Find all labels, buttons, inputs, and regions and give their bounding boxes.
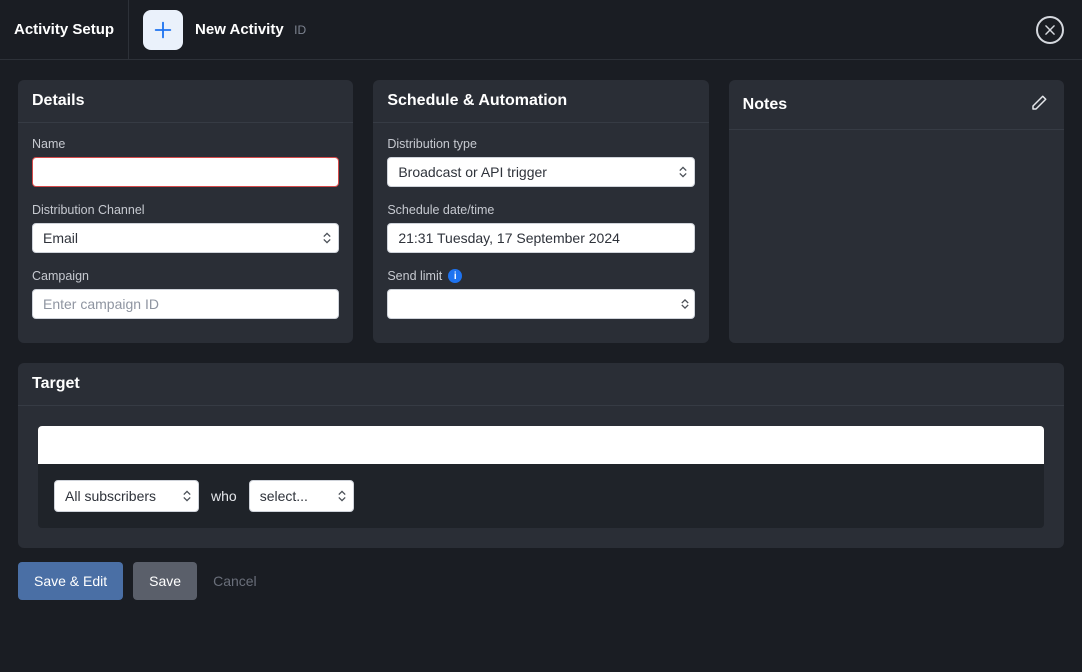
target-card: Target All subscribers who: [18, 363, 1064, 548]
who-text: who: [211, 488, 237, 504]
plus-icon: [152, 19, 174, 41]
target-selects-row: All subscribers who select...: [38, 464, 1044, 528]
send-limit-spinner-wrap: [387, 289, 694, 319]
page-title: Activity Setup: [14, 21, 114, 38]
activity-id-label: ID: [294, 23, 306, 37]
details-body: Name Distribution Channel Email: [18, 123, 353, 343]
modal-content: Details Name Distribution Channel Email: [0, 60, 1082, 562]
name-label: Name: [32, 137, 339, 151]
send-limit-label: Send limit i: [387, 269, 694, 283]
channel-select[interactable]: Email: [32, 223, 339, 253]
schedule-title: Schedule & Automation: [387, 92, 567, 110]
activity-name: New Activity: [195, 21, 284, 38]
notes-card: Notes: [729, 80, 1064, 343]
audience-select-wrap: All subscribers: [54, 480, 199, 512]
schedule-datetime-input[interactable]: [387, 223, 694, 253]
channel-label: Distribution Channel: [32, 203, 339, 217]
channel-select-wrap: Email: [32, 223, 339, 253]
filter-select-wrap: select...: [249, 480, 354, 512]
campaign-label: Campaign: [32, 269, 339, 283]
schedule-body: Distribution type Broadcast or API trigg…: [373, 123, 708, 343]
save-button[interactable]: Save: [133, 562, 197, 600]
channel-field: Distribution Channel Email: [32, 203, 339, 253]
schedule-datetime-field: Schedule date/time: [387, 203, 694, 253]
close-button[interactable]: [1036, 16, 1064, 44]
schedule-datetime-label: Schedule date/time: [387, 203, 694, 217]
campaign-field: Campaign: [32, 269, 339, 319]
header-activity-section: New Activity ID: [129, 10, 320, 50]
header-title-section: Activity Setup: [0, 0, 129, 59]
target-body: All subscribers who select...: [18, 406, 1064, 548]
target-inner: All subscribers who select...: [38, 426, 1044, 528]
target-query-bar[interactable]: [38, 426, 1044, 464]
dist-type-field: Distribution type Broadcast or API trigg…: [387, 137, 694, 187]
details-title: Details: [32, 92, 84, 110]
name-field: Name: [32, 137, 339, 187]
details-header: Details: [18, 80, 353, 123]
activity-title-wrap: New Activity ID: [195, 21, 306, 39]
cancel-button[interactable]: Cancel: [207, 562, 263, 600]
filter-select[interactable]: select...: [249, 480, 354, 512]
notes-body: [729, 130, 1064, 168]
notes-title: Notes: [743, 96, 787, 114]
notes-header: Notes: [729, 80, 1064, 130]
dist-type-select-wrap: Broadcast or API trigger: [387, 157, 694, 187]
modal-header: Activity Setup New Activity ID: [0, 0, 1082, 60]
dist-type-select[interactable]: Broadcast or API trigger: [387, 157, 694, 187]
schedule-card: Schedule & Automation Distribution type …: [373, 80, 708, 343]
audience-select[interactable]: All subscribers: [54, 480, 199, 512]
info-icon[interactable]: i: [448, 269, 462, 283]
dist-type-label: Distribution type: [387, 137, 694, 151]
spinner-arrows-icon[interactable]: [681, 299, 689, 309]
send-limit-label-text: Send limit: [387, 269, 442, 283]
new-activity-icon: [143, 10, 183, 50]
campaign-input[interactable]: [32, 289, 339, 319]
top-cards-row: Details Name Distribution Channel Email: [18, 80, 1064, 343]
target-header: Target: [18, 363, 1064, 406]
close-icon: [1043, 23, 1057, 37]
target-title: Target: [32, 375, 80, 392]
edit-notes-button[interactable]: [1028, 92, 1050, 117]
save-edit-button[interactable]: Save & Edit: [18, 562, 123, 600]
footer-actions: Save & Edit Save Cancel: [0, 562, 1082, 616]
send-limit-field: Send limit i: [387, 269, 694, 319]
pencil-icon: [1030, 94, 1048, 112]
details-card: Details Name Distribution Channel Email: [18, 80, 353, 343]
send-limit-input[interactable]: [387, 289, 694, 319]
schedule-header: Schedule & Automation: [373, 80, 708, 123]
name-input[interactable]: [32, 157, 339, 187]
